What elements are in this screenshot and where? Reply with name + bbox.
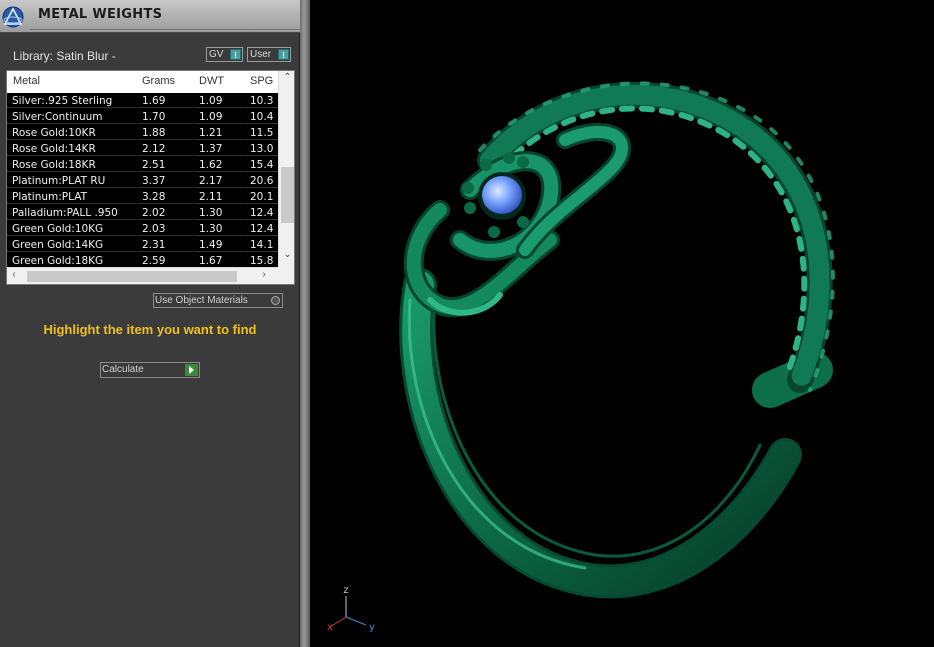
grams-cell: 2.51 [137,157,193,172]
user-toggle-switch[interactable] [278,49,289,60]
scroll-corner [278,267,294,284]
axis-z-label: z [343,585,348,596]
spg-cell: 15.4 [245,157,278,172]
3d-viewport[interactable]: z y x [310,0,934,647]
play-arrow-icon[interactable] [185,364,198,376]
spg-cell: 12.4 [245,205,278,220]
grams-cell: 1.69 [137,93,193,108]
gv-toggle[interactable]: GV [206,47,243,62]
dwt-cell: 1.09 [194,93,244,108]
table-row[interactable]: Palladium:PALL .950 2.02 1.30 12.4 [7,205,278,221]
grams-cell: 2.31 [137,237,193,252]
grams-cell: 1.70 [137,109,193,124]
spg-cell: 15.8 [245,253,278,267]
spg-cell: 14.1 [245,237,278,252]
horizontal-scrollbar[interactable]: ‹ › [7,267,278,284]
header-metal[interactable]: Metal [13,75,40,87]
header-spg[interactable]: SPG [250,75,273,87]
table-row[interactable]: Rose Gold:14KR 2.12 1.37 13.0 [7,141,278,157]
calculate-button[interactable]: Calculate [100,362,200,378]
dwt-cell: 1.62 [194,157,244,172]
table-row[interactable]: Rose Gold:18KR 2.51 1.62 15.4 [7,157,278,173]
metal-cell: Green Gold:14KG [7,237,136,252]
table-row[interactable]: Green Gold:14KG 2.31 1.49 14.1 [7,237,278,253]
dwt-cell: 2.11 [194,189,244,204]
use-object-materials-radio[interactable] [271,296,280,305]
axis-gizmo: z y x [327,585,375,633]
horizontal-scroll-thumb[interactable] [27,271,237,282]
spg-cell: 13.0 [245,141,278,156]
scroll-up-icon[interactable]: ⌃ [279,72,294,83]
grams-cell: 2.59 [137,253,193,267]
panel-splitter[interactable] [300,0,310,647]
metal-cell: Silver:.925 Sterling [7,93,136,108]
dwt-cell: 1.09 [194,109,244,124]
axis-y-label: y [369,622,375,633]
metal-cell: Silver:Continuum [7,109,136,124]
table-row[interactable]: Rose Gold:10KR 1.88 1.21 11.5 [7,125,278,141]
metal-cell: Green Gold:18KG [7,253,136,267]
panel-titlebar: METAL WEIGHTS [0,0,300,33]
vertical-scrollbar[interactable]: ⌃ ⌄ [278,71,294,267]
dwt-cell: 1.21 [194,125,244,140]
grams-cell: 3.37 [137,173,193,188]
spg-cell: 11.5 [245,125,278,140]
metal-weights-panel: METAL WEIGHTS Library: Satin Blur - GV U… [0,0,300,647]
app-logo-icon [1,4,25,30]
axis-x-label: x [327,622,333,633]
panel-title: METAL WEIGHTS [38,7,163,22]
metal-table[interactable]: Metal Grams DWT SPG Silver:.925 Sterling… [6,70,295,285]
table-row[interactable]: Platinum:PLAT RU 3.37 2.17 20.6 [7,173,278,189]
scroll-right-icon[interactable]: › [257,269,271,280]
library-label: Library: Satin Blur - [13,49,116,63]
user-toggle[interactable]: User [247,47,291,62]
table-body: Silver:.925 Sterling 1.69 1.09 10.3 Silver:C… [7,93,278,267]
table-row[interactable]: Platinum:PLAT 3.28 2.11 20.1 [7,189,278,205]
metal-cell: Palladium:PALL .950 [7,205,136,220]
gv-toggle-label: GV [209,49,224,60]
user-toggle-label: User [250,49,272,60]
use-object-materials-label: Use Object Materials [155,295,248,306]
table-header: Metal Grams DWT SPG [7,71,278,93]
metal-cell: Rose Gold:14KR [7,141,136,156]
table-row[interactable]: Green Gold:10KG 2.03 1.30 12.4 [7,221,278,237]
spg-cell: 12.4 [245,221,278,236]
gv-toggle-switch[interactable] [230,49,241,60]
dwt-cell: 1.67 [194,253,244,267]
title-divider [30,29,300,30]
grams-cell: 1.88 [137,125,193,140]
dwt-cell: 1.37 [194,141,244,156]
dwt-cell: 1.49 [194,237,244,252]
scroll-down-icon[interactable]: ⌄ [279,249,294,260]
scroll-left-icon[interactable]: ‹ [7,269,21,280]
metal-cell: Platinum:PLAT [7,189,136,204]
ring-band [399,268,833,599]
grams-cell: 2.12 [137,141,193,156]
grams-cell: 2.03 [137,221,193,236]
header-grams[interactable]: Grams [142,75,175,87]
use-object-materials-option[interactable]: Use Object Materials [153,293,283,308]
dwt-cell: 1.30 [194,205,244,220]
calculate-label: Calculate [102,364,144,375]
metal-cell: Platinum:PLAT RU [7,173,136,188]
table-row[interactable]: Green Gold:18KG 2.59 1.67 15.8 [7,253,278,267]
grams-cell: 2.02 [137,205,193,220]
spg-cell: 20.6 [245,173,278,188]
metal-cell: Green Gold:10KG [7,221,136,236]
highlight-hint: Highlight the item you want to find [43,322,257,337]
dwt-cell: 1.30 [194,221,244,236]
header-dwt[interactable]: DWT [199,75,224,87]
spg-cell: 20.1 [245,189,278,204]
spg-cell: 10.3 [245,93,278,108]
dwt-cell: 2.17 [194,173,244,188]
ring-render: z y x [327,81,835,633]
grams-cell: 3.28 [137,189,193,204]
table-row[interactable]: Silver:.925 Sterling 1.69 1.09 10.3 [7,93,278,109]
metal-cell: Rose Gold:18KR [7,157,136,172]
table-row[interactable]: Silver:Continuum 1.70 1.09 10.4 [7,109,278,125]
vertical-scroll-thumb[interactable] [281,167,294,223]
spg-cell: 10.4 [245,109,278,124]
metal-cell: Rose Gold:10KR [7,125,136,140]
